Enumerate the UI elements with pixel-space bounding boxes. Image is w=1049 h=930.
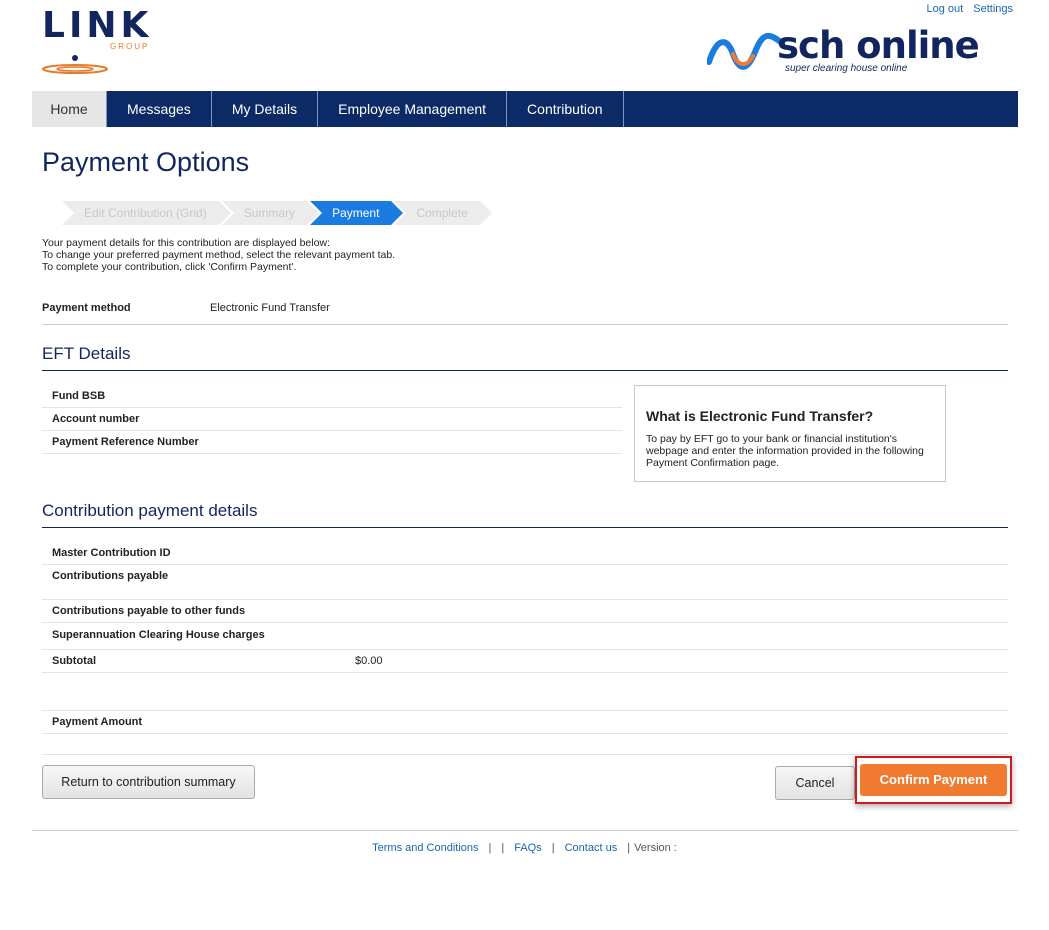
confirm-payment-button[interactable]: Confirm Payment <box>860 764 1007 796</box>
row-label: Contributions payable to other funds <box>52 605 246 617</box>
confirm-highlight: Confirm Payment <box>855 756 1012 804</box>
contribution-details-table: Master Contribution ID Contributions pay… <box>42 542 1008 734</box>
payment-method-value: Electronic Fund Transfer <box>210 302 330 314</box>
table-row: Account number <box>42 408 622 431</box>
logo-ripple-icon <box>42 64 108 74</box>
link-logo-word: LINK <box>42 5 153 46</box>
sch-logo-text: sch online <box>777 24 980 67</box>
payment-method-label: Payment method <box>42 302 131 314</box>
contact-link[interactable]: Contact us <box>565 842 618 854</box>
main-nav: Home Messages My Details Employee Manage… <box>32 91 1018 127</box>
table-row <box>42 673 1008 711</box>
eft-details-heading: EFT Details <box>42 344 1008 371</box>
row-label: Payment Amount <box>52 716 143 728</box>
intro-text: Your payment details for this contributi… <box>42 237 395 273</box>
faqs-link[interactable]: FAQs <box>514 842 542 854</box>
intro-line: To complete your contribution, click 'Co… <box>42 261 297 273</box>
page-title: Payment Options <box>42 147 250 177</box>
table-row: Fund BSB <box>42 385 622 408</box>
row-label: Payment Reference Number <box>52 436 199 448</box>
table-row: Payment Reference Number <box>42 431 622 454</box>
nav-messages[interactable]: Messages <box>107 91 212 127</box>
table-row: Contributions payable <box>42 565 1008 600</box>
subtotal-value: $0.00 <box>355 655 383 667</box>
contribution-details-heading: Contribution payment details <box>42 501 1008 528</box>
row-label: Fund BSB <box>52 390 106 402</box>
nav-my-details[interactable]: My Details <box>212 91 319 127</box>
intro-line: Your payment details for this contributi… <box>42 237 330 249</box>
table-row: Contributions payable to other funds <box>42 600 1008 623</box>
step-summary: Summary <box>221 201 320 225</box>
nav-employee-management[interactable]: Employee Management <box>318 91 508 127</box>
cancel-button[interactable]: Cancel <box>775 766 855 800</box>
terms-link[interactable]: Terms and Conditions <box>372 842 478 854</box>
row-label: Account number <box>52 413 140 425</box>
nav-home[interactable]: Home <box>32 91 107 127</box>
table-row: Master Contribution ID <box>42 542 1008 565</box>
footer-divider <box>32 830 1018 831</box>
logout-link[interactable]: Log out <box>926 3 963 15</box>
step-edit-contribution: Edit Contribution (Grid) <box>62 201 231 225</box>
separator: | <box>551 842 555 854</box>
nav-contribution[interactable]: Contribution <box>507 91 624 127</box>
divider <box>42 754 1008 755</box>
row-label: Master Contribution ID <box>52 547 171 559</box>
eft-details-table: Fund BSB Account number Payment Referenc… <box>42 385 622 454</box>
info-box-title: What is Electronic Fund Transfer? <box>646 408 874 424</box>
row-label: Contributions payable <box>52 570 169 582</box>
info-box-text: To pay by EFT go to your bank or financi… <box>646 433 924 469</box>
table-row: Payment Amount <box>42 711 1008 734</box>
link-logo-group: GROUP <box>110 42 150 51</box>
intro-line: To change your preferred payment method,… <box>42 249 396 261</box>
step-complete: Complete <box>394 201 493 225</box>
table-row: Subtotal $0.00 <box>42 650 1008 673</box>
top-links: Log out Settings <box>919 3 1013 15</box>
return-to-summary-button[interactable]: Return to contribution summary <box>42 765 255 799</box>
link-group-logo: LINK GROUP <box>42 8 172 80</box>
step-payment: Payment <box>310 201 404 225</box>
settings-link[interactable]: Settings <box>973 3 1013 15</box>
table-row: Superannuation Clearing House charges <box>42 623 1008 650</box>
version-label: Version : <box>634 842 677 854</box>
separator: | <box>488 842 492 854</box>
row-label: Subtotal <box>52 655 96 667</box>
progress-steps: Edit Contribution (Grid) Summary Payment… <box>62 201 493 225</box>
sch-logo-tagline: super clearing house online <box>785 63 908 74</box>
separator: | <box>627 842 631 854</box>
row-label: Superannuation Clearing House charges <box>52 629 265 641</box>
footer: Terms and Conditions | | FAQs | Contact us | Ve… <box>0 842 1049 854</box>
sch-online-logo: sch online super clearing house online <box>707 24 1009 78</box>
payment-method-row: Payment method Electronic Fund Transfer <box>42 296 1008 325</box>
separator: | <box>501 842 505 854</box>
sch-wave-icon <box>707 32 785 70</box>
eft-info-box: What is Electronic Fund Transfer? To pay… <box>634 385 946 482</box>
